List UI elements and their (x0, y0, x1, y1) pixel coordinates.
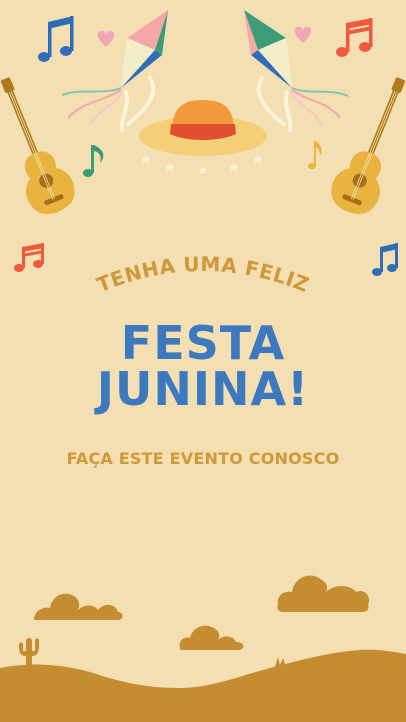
cloud-icon (179, 625, 244, 650)
headline-line-2: JUNINA! (96, 362, 310, 416)
music-note-icon (336, 18, 373, 57)
headline-line-1: FESTA (120, 316, 286, 370)
star-icon (141, 155, 263, 175)
svg-text:TENHA UMA FELIZ: TENHA UMA FELIZ (93, 252, 312, 297)
music-note-icon (38, 16, 74, 62)
subtitle: FAÇA ESTE EVENTO CONOSCO (66, 449, 340, 468)
music-note-icon (83, 145, 104, 177)
ground-hills (0, 649, 406, 722)
greeting-arc: TENHA UMA FELIZ (93, 252, 312, 297)
heart-icon (97, 30, 115, 47)
straw-hat-icon (139, 100, 267, 156)
grass-tuft (275, 657, 286, 667)
cloud-icon (34, 593, 123, 620)
cloud-icon (277, 575, 370, 612)
cactus-icon (19, 638, 39, 668)
headline: FESTA JUNINA! (0, 320, 406, 412)
kite-icon (61, 10, 168, 132)
greeting-text: TENHA UMA FELIZ (93, 252, 312, 297)
music-note-icon (308, 141, 322, 169)
festa-junina-card: TENHA UMA FELIZ FESTA JUNINA! FAÇA ESTE … (0, 0, 406, 722)
heart-icon (294, 26, 312, 43)
